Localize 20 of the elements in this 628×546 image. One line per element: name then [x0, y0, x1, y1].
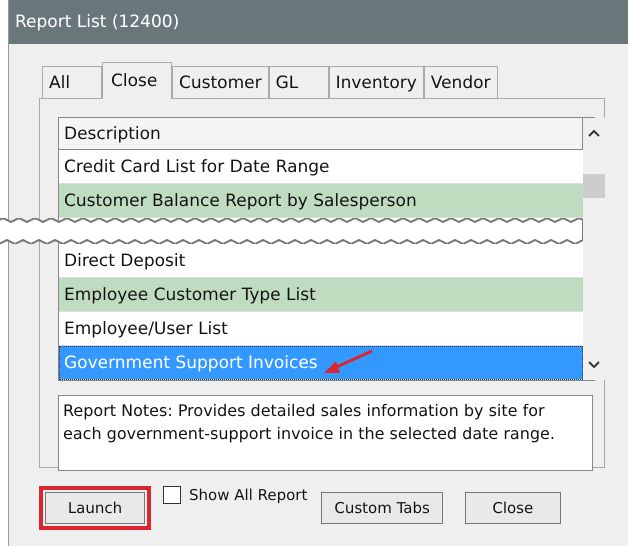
window-title: Report List (12400)	[9, 0, 628, 44]
tab[interactable]: Inventory	[328, 66, 424, 98]
tab[interactable]: Customer	[172, 66, 269, 98]
scrollbar[interactable]	[583, 118, 605, 380]
report-notes: Report Notes: Provides detailed sales information by site for each government-support invoice in the selected date range.	[58, 395, 593, 471]
tab[interactable]: GL	[268, 66, 329, 98]
column-header[interactable]: Description	[59, 118, 583, 150]
scroll-up-icon[interactable]	[587, 128, 601, 138]
list-row[interactable]: Customer Balance Report by Salesperson	[59, 184, 583, 218]
launch-button[interactable]: Launch	[45, 492, 145, 524]
scroll-thumb[interactable]	[583, 174, 605, 198]
dialog-button[interactable]: Close	[464, 492, 561, 524]
list-row[interactable]: Employee Customer Type List	[59, 278, 583, 312]
scroll-down-icon[interactable]	[587, 360, 601, 370]
tab[interactable]: Close	[102, 62, 172, 99]
checkbox-label[interactable]: Show All Report	[189, 486, 308, 504]
tab[interactable]: Vendor	[424, 66, 498, 98]
tab[interactable]: All	[42, 66, 102, 98]
dialog-button[interactable]: Custom Tabs	[321, 492, 443, 524]
checkbox[interactable]	[163, 486, 181, 504]
